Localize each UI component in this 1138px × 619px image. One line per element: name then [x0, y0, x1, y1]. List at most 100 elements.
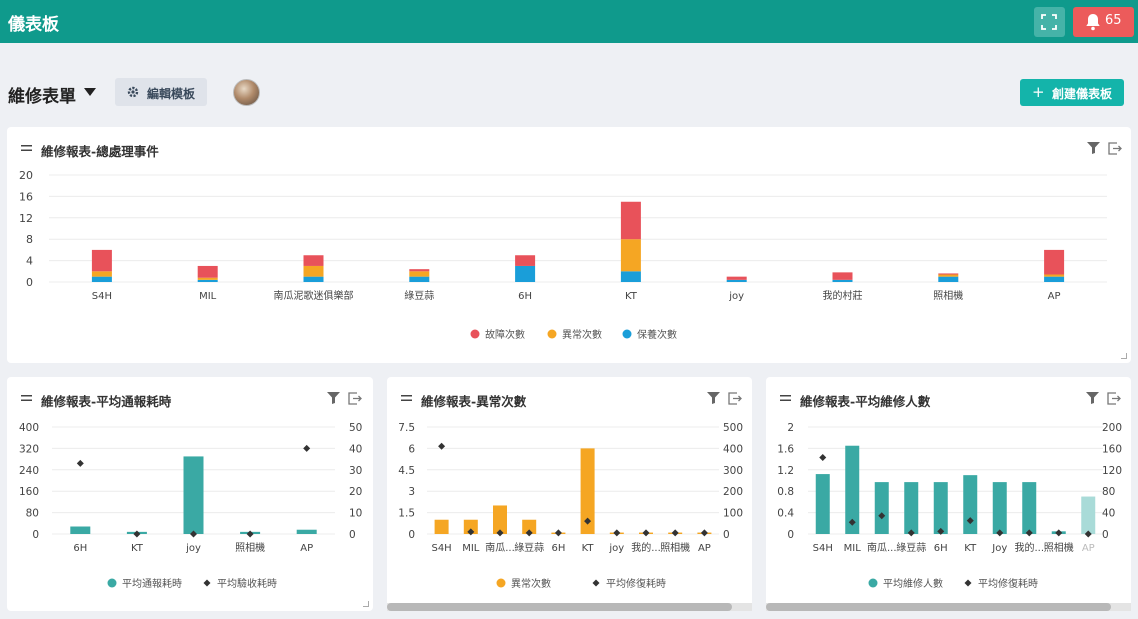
bar	[963, 475, 978, 534]
y-tick-label: 0	[787, 529, 794, 541]
filter-icon[interactable]	[1086, 392, 1099, 404]
panel-avg-repair-people: 維修報表-平均維修人數 0 0.4 0.8 1.2 1.6 2 0 40 80 120 160 200…	[766, 377, 1131, 611]
resize-handle[interactable]	[1121, 353, 1127, 359]
x-tick-label: 綠豆蒜	[896, 542, 926, 554]
y-tick-label: 80	[26, 508, 39, 520]
y2-tick-label: 120	[1102, 465, 1122, 477]
export-icon[interactable]	[1108, 142, 1122, 155]
horizontal-scrollbar[interactable]	[766, 603, 1111, 611]
scatter-point	[303, 444, 311, 452]
scatter-point	[819, 453, 827, 461]
chart-avg-repair-people: 0 0.4 0.8 1.2 1.6 2 0 40 80 120 160 200 S4H MIL 南瓜... 綠…	[777, 422, 1122, 590]
y-tick-label: 4.5	[398, 465, 415, 477]
legend-marker	[622, 329, 632, 339]
dashboard-name[interactable]: 維修表單	[8, 82, 76, 107]
x-tick-label: joy	[728, 291, 744, 302]
y2-tick-label: 0	[723, 529, 730, 541]
x-tick-label: 綠豆蒜	[404, 290, 434, 302]
bar	[933, 482, 948, 534]
legend-label: 平均維修人數	[883, 577, 943, 590]
x-tick-label: joy	[185, 543, 201, 554]
notification-button[interactable]: 65	[1073, 7, 1134, 37]
y-tick-label: 160	[19, 486, 39, 498]
plus-icon: +	[1032, 83, 1045, 101]
panel-title: 維修報表-平均通報耗時	[41, 394, 172, 409]
scatter-point	[613, 529, 621, 537]
scatter-point	[700, 529, 708, 537]
bar	[434, 519, 449, 534]
legend-marker	[470, 329, 480, 339]
y2-tick-label: 100	[723, 508, 743, 520]
filter-icon[interactable]	[707, 392, 720, 404]
x-tick-label: 6H	[73, 543, 87, 554]
caret-down-icon[interactable]	[84, 88, 96, 96]
panel-total-events: 維修報表-總處理事件 0 4 8 12 16 20 S4H MIL 南瓜泥歌迷俱樂部 綠豆蒜 6H K…	[7, 127, 1131, 363]
bar-segment	[409, 276, 430, 282]
legend-marker	[868, 578, 878, 588]
x-tick-label: 照相機	[933, 289, 963, 302]
x-tick-label: 照相機	[1044, 541, 1074, 554]
y2-tick-label: 0	[1102, 529, 1109, 541]
resize-handle[interactable]	[363, 601, 369, 607]
y2-tick-label: 40	[1102, 508, 1115, 520]
create-dashboard-label: 創建儀表板	[1052, 87, 1113, 101]
legend-label: 平均修復耗時	[978, 577, 1038, 590]
edit-template-button[interactable]: 編輯模板	[115, 78, 207, 106]
bar	[1022, 482, 1037, 534]
bar-segment	[938, 276, 959, 282]
y2-tick-label: 400	[723, 443, 743, 455]
bar-segment	[620, 201, 641, 240]
y-tick-label: 2	[787, 422, 794, 434]
hamburger-icon[interactable]	[21, 145, 32, 151]
legend-marker	[496, 578, 506, 588]
avatar[interactable]	[233, 79, 260, 106]
legend-label: 異常次數	[511, 577, 551, 590]
legend-marker	[964, 579, 972, 587]
y-tick-label: 1.2	[777, 465, 794, 477]
horizontal-scrollbar[interactable]	[387, 603, 732, 611]
x-tick-label: AP	[1082, 543, 1095, 554]
bar-segment	[91, 271, 112, 277]
x-tick-label: 綠豆蒜	[514, 542, 544, 554]
bar-segment	[303, 265, 324, 277]
y2-tick-label: 160	[1102, 443, 1122, 455]
hamburger-icon[interactable]	[780, 395, 791, 401]
filter-icon[interactable]	[1087, 142, 1100, 154]
scatter-point	[671, 529, 679, 537]
y-tick-label: 1.5	[398, 508, 415, 520]
y-tick-label: 4	[26, 255, 33, 268]
y2-tick-label: 50	[349, 422, 362, 434]
x-tick-label: KT	[625, 291, 638, 302]
filter-icon[interactable]	[327, 392, 340, 404]
x-tick-label: joy	[608, 543, 624, 554]
x-tick-label: S4H	[92, 291, 112, 302]
scatter-point	[76, 459, 84, 467]
panel-title: 維修報表-平均維修人數	[800, 394, 931, 409]
x-tick-label: S4H	[813, 543, 833, 554]
y-tick-label: 400	[19, 422, 39, 434]
hamburger-icon[interactable]	[401, 395, 412, 401]
y-tick-label: 0	[26, 276, 33, 289]
chart-total-events: 0 4 8 12 16 20 S4H MIL 南瓜泥歌迷俱樂部 綠豆蒜 6H KT joy 我的村莊 照相機…	[19, 169, 1107, 341]
gear-icon	[127, 86, 139, 98]
legend-marker	[547, 329, 557, 339]
legend-label: 異常次數	[562, 328, 602, 341]
export-icon[interactable]	[728, 392, 742, 405]
chart-abnormal-count: 0 1.5 3 4.5 6 7.5 0 100 200 300 400 500 S4H MIL 南瓜... 綠…	[398, 422, 743, 590]
bar-segment	[620, 271, 641, 282]
hamburger-icon[interactable]	[21, 395, 32, 401]
create-dashboard-button[interactable]: + 創建儀表板	[1020, 79, 1124, 106]
panel-avg-notify-time: 維修報表-平均通報耗時 0 80 160 240 320 400 0 10 20 30 40 50 6H…	[7, 377, 373, 611]
bar-segment	[197, 265, 218, 278]
x-tick-label: 照相機	[660, 541, 690, 554]
fullscreen-button[interactable]	[1034, 7, 1065, 37]
fullscreen-icon	[1041, 14, 1057, 30]
export-icon[interactable]	[1107, 392, 1121, 405]
x-tick-label: MIL	[462, 543, 480, 554]
bar-segment	[620, 239, 641, 272]
export-icon[interactable]	[348, 392, 362, 405]
bar-segment	[938, 273, 959, 275]
y-tick-label: 12	[19, 212, 33, 225]
bar-segment	[197, 277, 218, 280]
bar-segment	[515, 265, 536, 282]
